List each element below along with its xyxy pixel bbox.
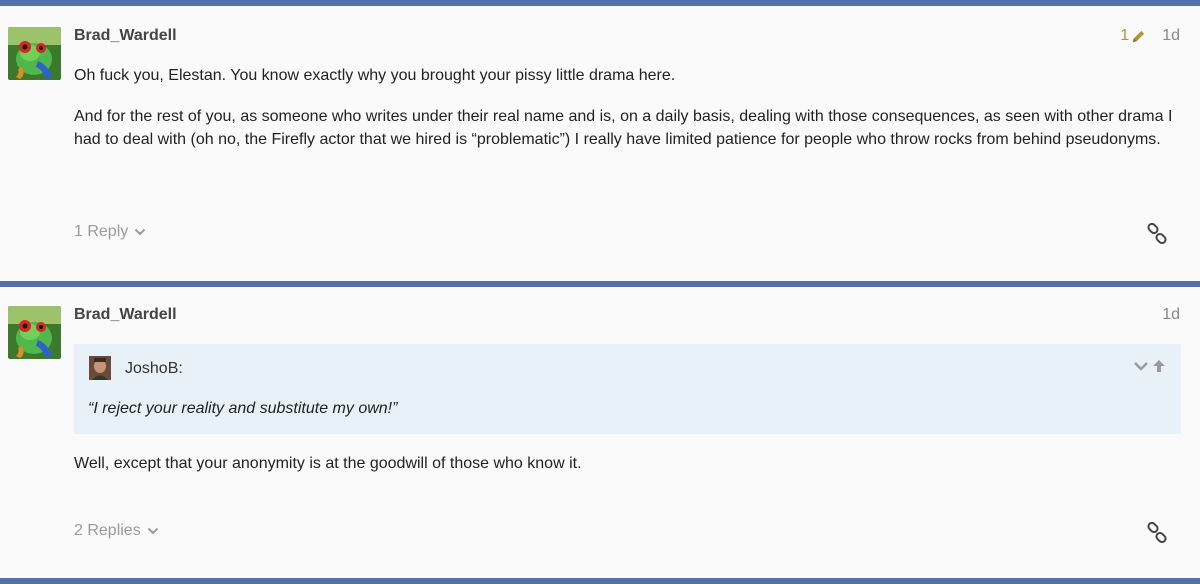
quote-text: “I reject your reality and substitute my… — [88, 400, 398, 417]
pencil-icon — [1133, 30, 1145, 42]
chevron-down-icon — [147, 527, 158, 535]
post-paragraph: And for the rest of you, as someone who … — [74, 108, 1173, 148]
post-1: Brad_Wardell 1 1d Oh fuck you, Elestan. … — [0, 6, 1200, 281]
frog-avatar-icon — [8, 306, 61, 359]
quote-controls — [1133, 358, 1167, 374]
post-author[interactable]: Brad_Wardell — [74, 27, 177, 45]
frog-avatar-icon — [8, 27, 61, 80]
edit-history[interactable]: 1 — [1120, 27, 1146, 45]
post-2: Brad_Wardell 1d JoshoB: “I reject your r… — [0, 287, 1200, 578]
quote-author: JoshoB: — [125, 360, 183, 377]
post-age[interactable]: 1d — [1162, 27, 1180, 45]
chevron-down-icon[interactable] — [1133, 358, 1149, 374]
quote-author-avatar[interactable] — [89, 356, 111, 380]
quote-block: JoshoB: “I reject your reality and subst… — [74, 344, 1181, 434]
replies-label: 2 Replies — [74, 522, 141, 539]
avatar[interactable] — [8, 306, 61, 359]
arrow-up-icon[interactable] — [1151, 358, 1167, 374]
replies-toggle[interactable]: 1 Reply — [74, 223, 146, 241]
replies-toggle[interactable]: 2 Replies — [74, 522, 159, 540]
post-age[interactable]: 1d — [1162, 306, 1180, 324]
post-meta: 1 1d — [1120, 27, 1180, 45]
post-body: Oh fuck you, Elestan. You know exactly w… — [74, 64, 1180, 151]
post-author[interactable]: Brad_Wardell — [74, 306, 177, 324]
post-paragraph: Well, except that your anonymity is at t… — [74, 455, 582, 472]
post-meta: 1d — [1150, 306, 1180, 324]
avatar[interactable] — [8, 27, 61, 80]
replies-label: 1 Reply — [74, 223, 129, 240]
post-divider-bottom — [0, 578, 1200, 584]
link-icon[interactable] — [1146, 522, 1168, 544]
link-icon[interactable] — [1146, 223, 1168, 245]
post-body: Well, except that your anonymity is at t… — [74, 452, 1180, 475]
post-paragraph: Oh fuck you, Elestan. You know exactly w… — [74, 67, 676, 84]
person-avatar-icon — [89, 356, 111, 380]
edit-count: 1 — [1120, 27, 1130, 44]
chevron-down-icon — [135, 228, 146, 236]
